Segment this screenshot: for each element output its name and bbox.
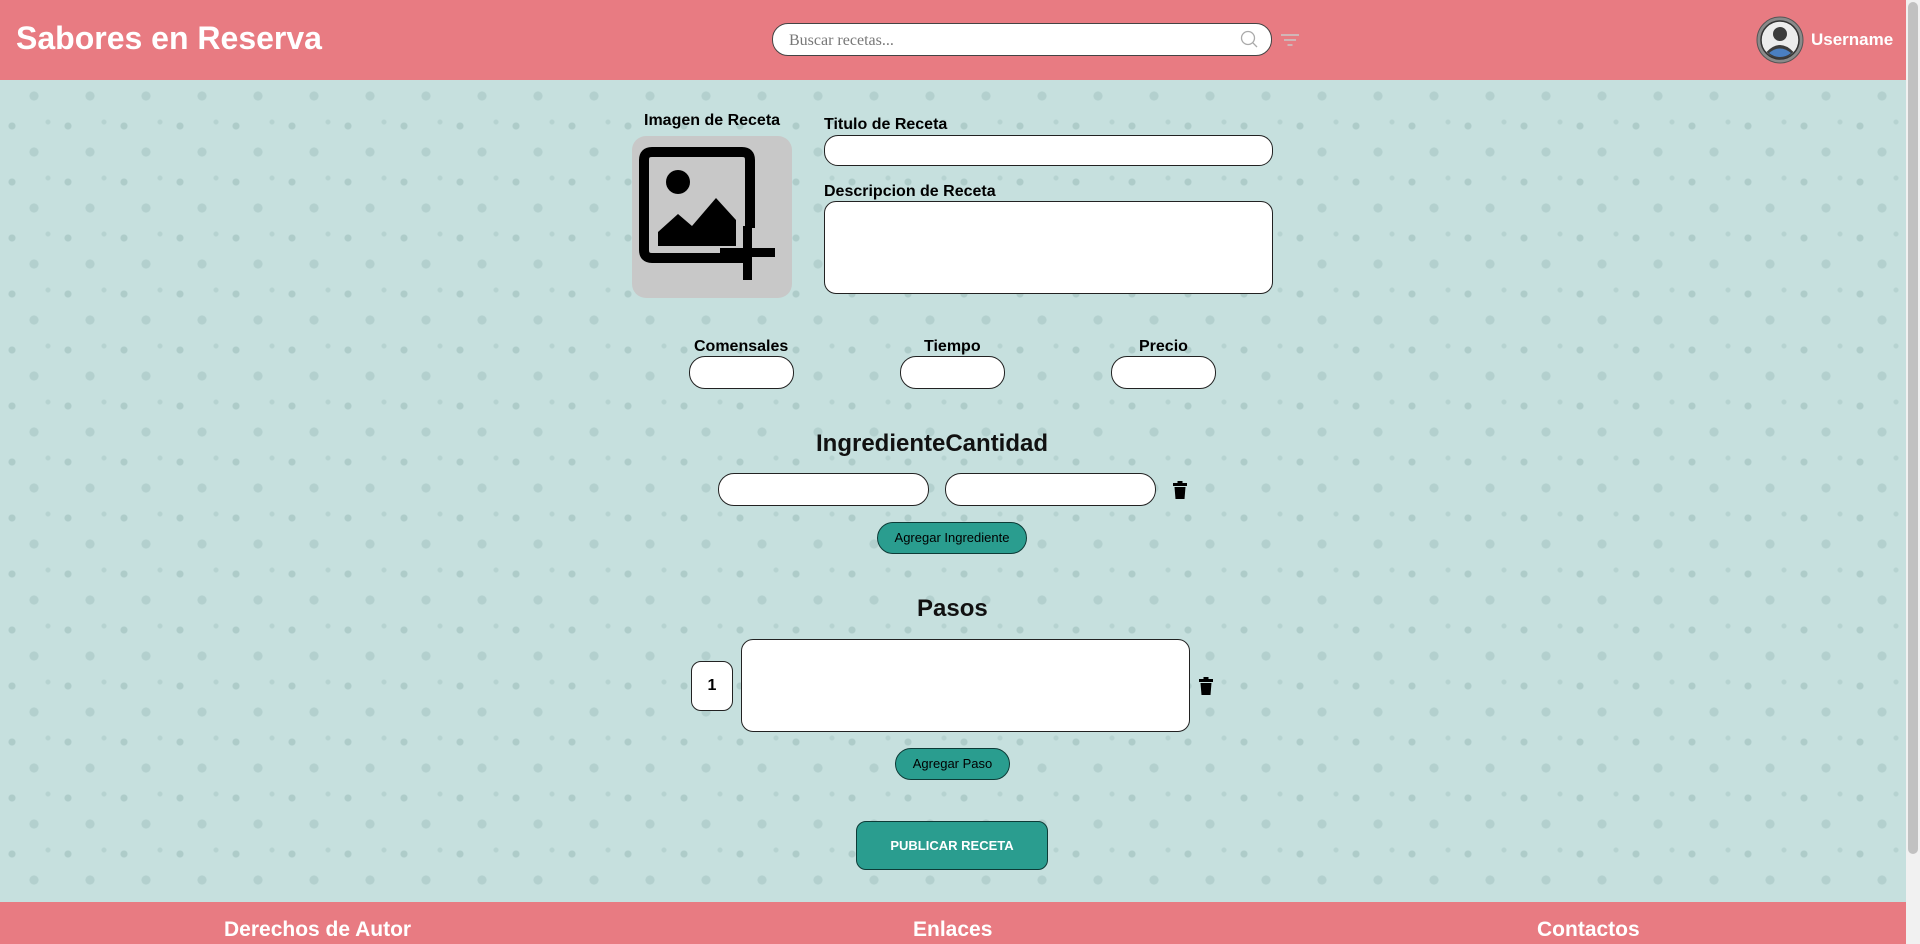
search-input[interactable] bbox=[787, 29, 1221, 53]
scrollbar-thumb[interactable] bbox=[1908, 2, 1918, 854]
add-image-icon bbox=[639, 147, 775, 280]
delete-step-icon[interactable] bbox=[1199, 677, 1213, 695]
top-header: Sabores en Reserva Username bbox=[0, 0, 1906, 80]
recipe-image-upload[interactable] bbox=[632, 136, 792, 298]
time-field[interactable] bbox=[900, 356, 1005, 389]
filter-icon[interactable] bbox=[1280, 32, 1300, 48]
publish-recipe-button[interactable]: PUBLICAR RECETA bbox=[856, 821, 1048, 870]
avatar-icon[interactable] bbox=[1756, 16, 1804, 64]
description-field[interactable] bbox=[824, 201, 1273, 294]
brand-title[interactable]: Sabores en Reserva bbox=[16, 20, 322, 57]
add-step-button[interactable]: Agregar Paso bbox=[895, 748, 1010, 780]
ingredients-header: IngredienteCantidad bbox=[816, 430, 1049, 457]
title-input[interactable] bbox=[825, 136, 1272, 165]
add-ingredient-button[interactable]: Agregar Ingrediente bbox=[877, 522, 1027, 554]
ingredient-quantity-input[interactable] bbox=[946, 474, 1155, 505]
servings-label: Comensales bbox=[694, 338, 789, 355]
footer-copyright: Derechos de Autor bbox=[224, 918, 412, 941]
search-bar[interactable] bbox=[772, 23, 1272, 56]
step-textarea[interactable] bbox=[742, 640, 1189, 731]
step-number: 1 bbox=[691, 661, 733, 711]
ingredient-name-input[interactable] bbox=[719, 474, 928, 505]
price-label: Precio bbox=[1139, 338, 1188, 355]
servings-field[interactable] bbox=[689, 356, 794, 389]
title-field[interactable] bbox=[824, 135, 1273, 166]
delete-ingredient-icon[interactable] bbox=[1173, 481, 1187, 499]
description-textarea[interactable] bbox=[825, 202, 1272, 293]
image-label: Imagen de Receta bbox=[644, 112, 781, 129]
footer: Derechos de Autor Enlaces Contactos bbox=[0, 902, 1906, 944]
description-label: Descripcion de Receta bbox=[824, 183, 996, 200]
price-field[interactable] bbox=[1111, 356, 1216, 389]
time-label: Tiempo bbox=[924, 338, 981, 355]
search-icon[interactable] bbox=[1239, 30, 1259, 50]
servings-input[interactable] bbox=[690, 357, 793, 388]
footer-contacts[interactable]: Contactos bbox=[1537, 918, 1640, 942]
title-label: Titulo de Receta bbox=[824, 116, 948, 133]
price-input[interactable] bbox=[1112, 357, 1215, 388]
footer-links[interactable]: Enlaces bbox=[913, 918, 992, 942]
ingredient-quantity-field[interactable] bbox=[945, 473, 1156, 506]
time-input[interactable] bbox=[901, 357, 1004, 388]
username-label[interactable]: Username bbox=[1811, 30, 1893, 50]
step-description-field[interactable] bbox=[741, 639, 1190, 732]
ingredient-name-field[interactable] bbox=[718, 473, 929, 506]
steps-header: Pasos bbox=[917, 595, 988, 622]
